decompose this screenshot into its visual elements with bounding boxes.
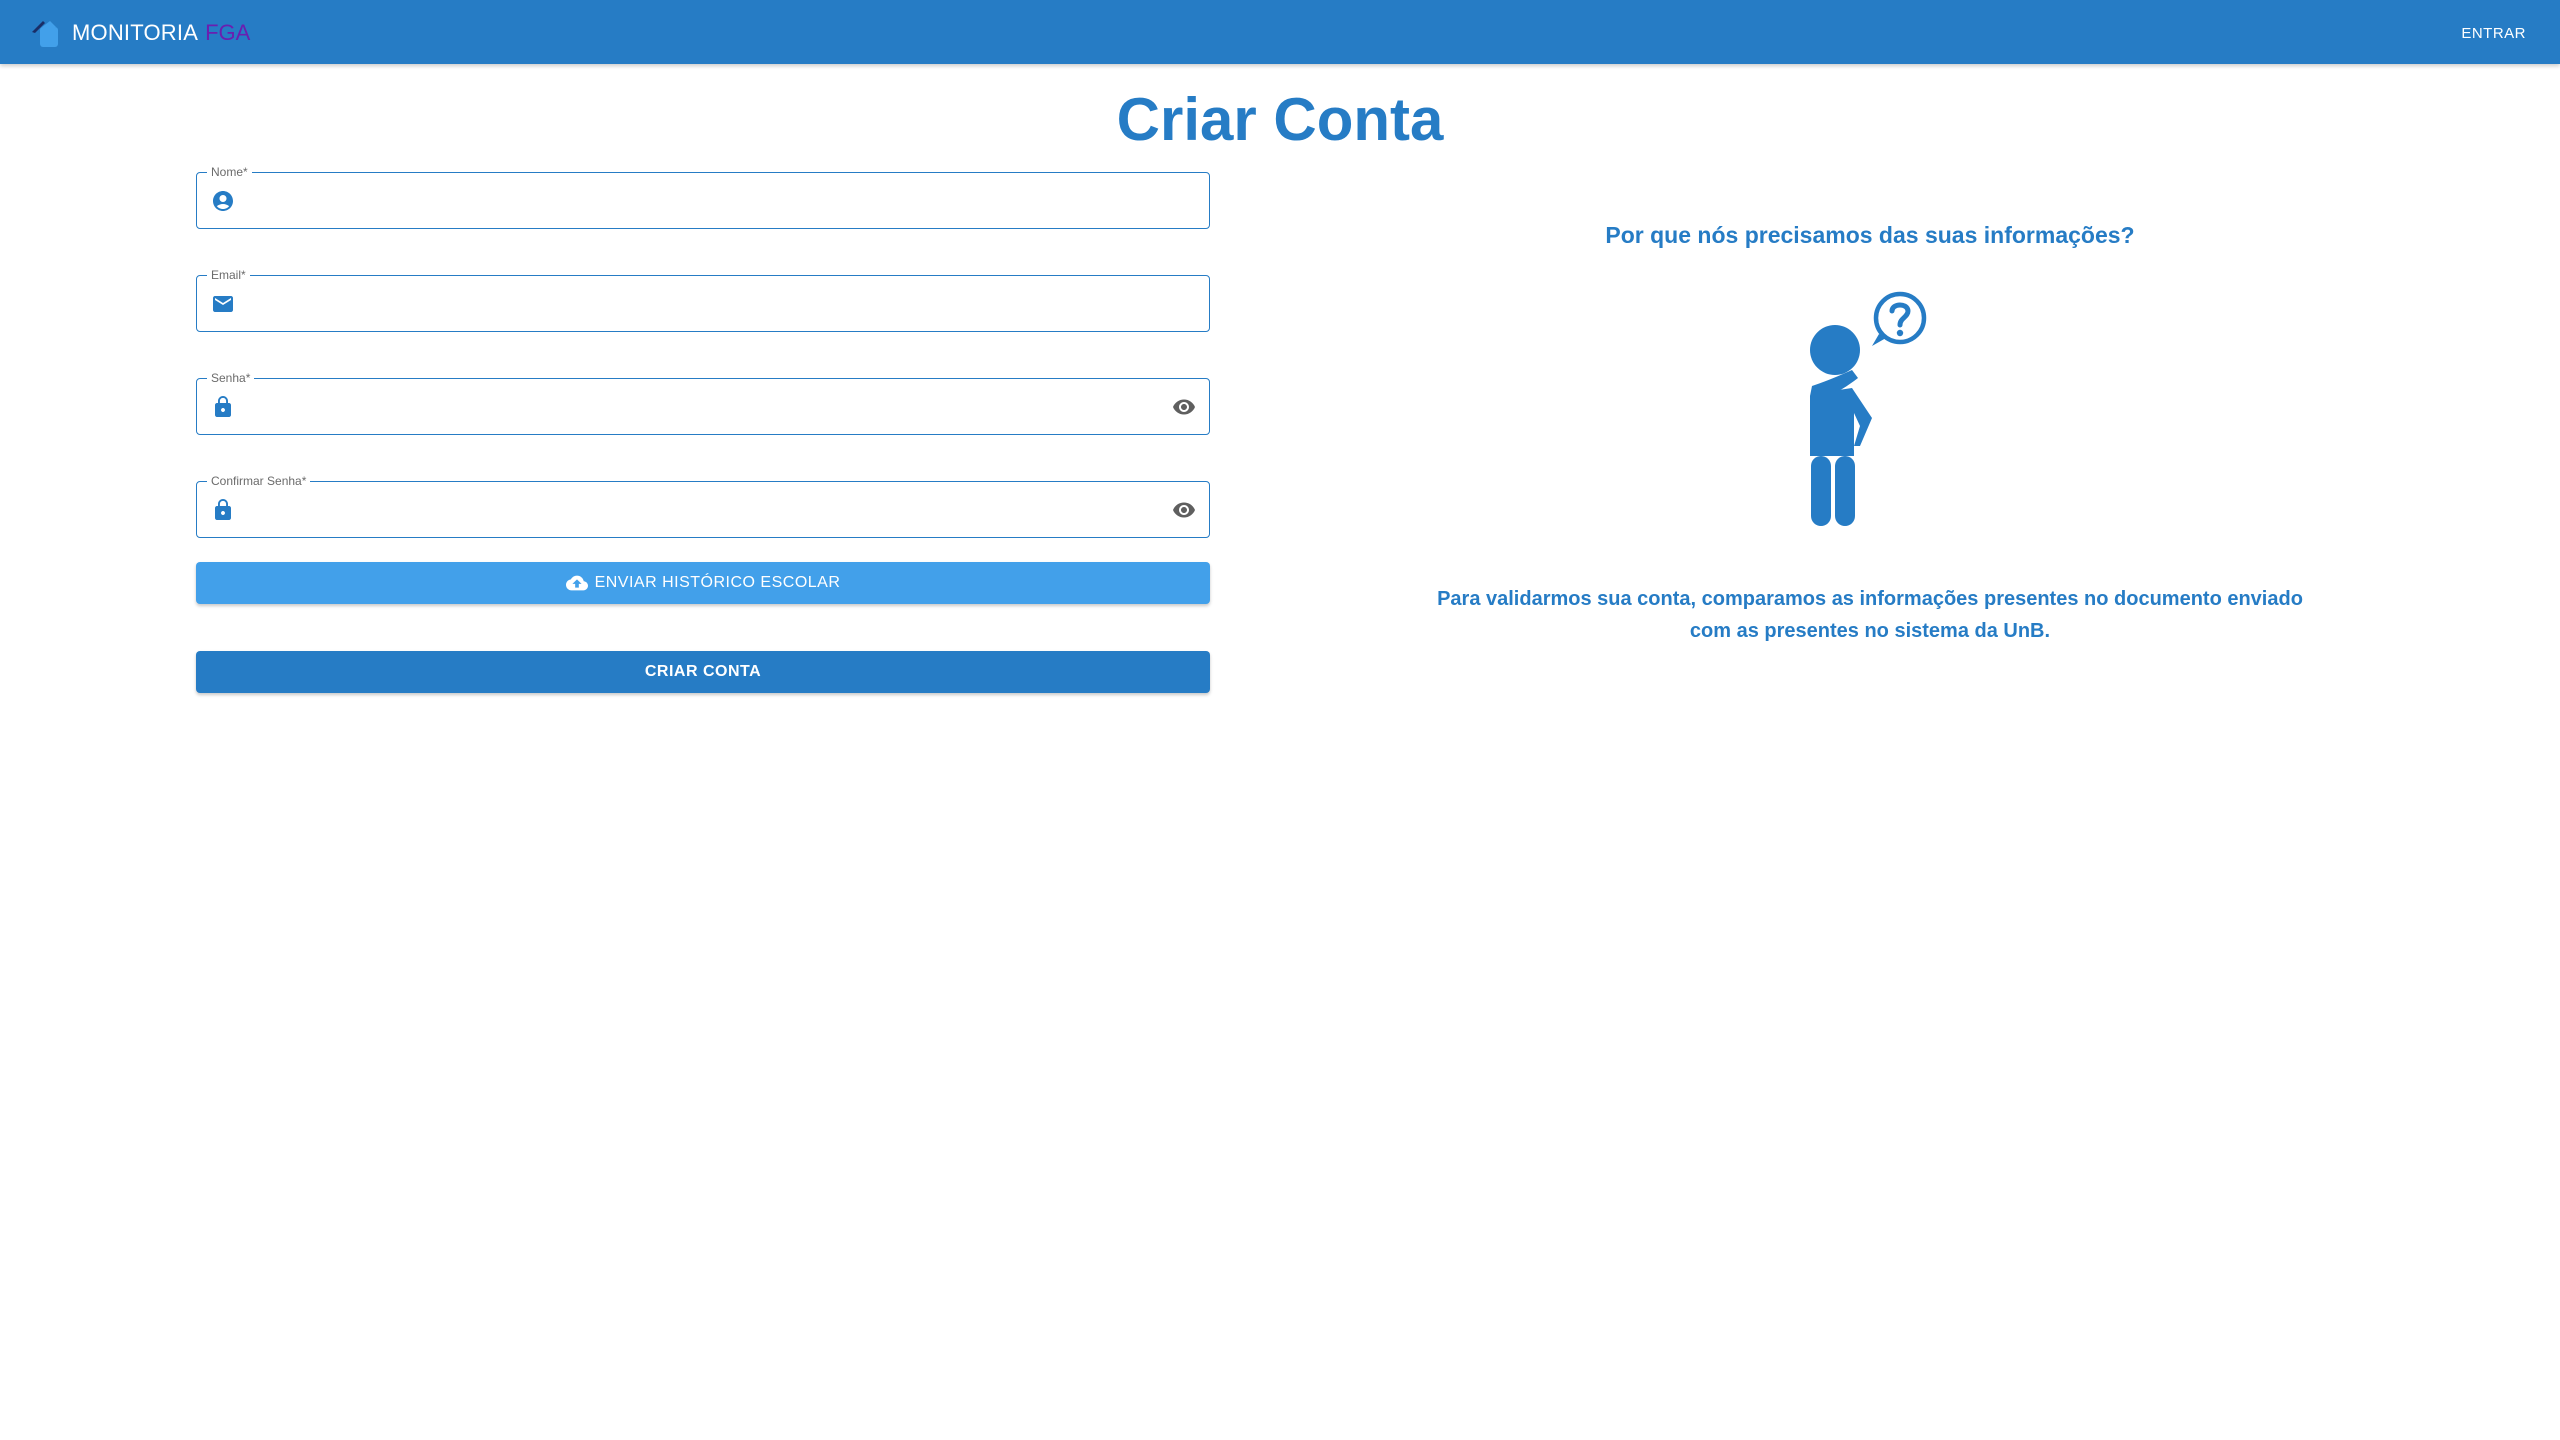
info-heading: Por que nós precisamos das suas informaç…	[1605, 222, 2135, 248]
password-field: Senha*	[196, 371, 1210, 435]
login-button[interactable]: ENTRAR	[2453, 18, 2534, 48]
create-account-form: Nome* Email* Senha* Confirmar Senha* ENV…	[196, 165, 1210, 693]
info-panel: Por que nós precisamos das suas informaç…	[1400, 210, 2340, 647]
create-account-button[interactable]: CRIAR CONTA	[196, 651, 1210, 693]
upload-transcript-label: ENVIAR HISTÓRICO ESCOLAR	[594, 574, 841, 591]
brand-logo-link[interactable]: MONITORIA FGA	[30, 16, 250, 50]
person-question-icon	[1810, 291, 1927, 526]
confirm-password-field-label: Confirmar Senha*	[207, 474, 311, 488]
email-input[interactable]	[247, 284, 1127, 322]
cloud-upload-icon	[565, 575, 588, 591]
mail-icon	[213, 296, 233, 312]
confirm-password-field: Confirmar Senha*	[196, 474, 1210, 538]
email-field-label: Email*	[207, 268, 250, 282]
upload-transcript-button[interactable]: ENVIAR HISTÓRICO ESCOLAR	[196, 562, 1210, 604]
app-bar: MONITORIA FGA ENTRAR	[0, 0, 2560, 64]
brand-accent: FGA	[205, 20, 251, 45]
account-circle-icon	[213, 191, 233, 211]
eye-icon	[1173, 502, 1195, 518]
page-title: Criar Conta	[1116, 86, 1444, 153]
name-field-label: Nome*	[207, 165, 252, 179]
confirm-password-input[interactable]	[247, 490, 1127, 528]
password-field-label: Senha*	[207, 371, 255, 385]
name-input[interactable]	[247, 181, 1127, 219]
toggle-password-visibility-button[interactable]	[1169, 392, 1199, 422]
toggle-confirm-password-visibility-button[interactable]	[1169, 495, 1199, 525]
lock-icon	[215, 396, 231, 417]
brand-name: MONITORIA	[72, 20, 199, 45]
eye-icon	[1173, 399, 1195, 415]
password-input[interactable]	[247, 387, 1127, 425]
email-field: Email*	[196, 268, 1210, 332]
lock-icon	[215, 499, 231, 520]
name-field: Nome*	[196, 165, 1210, 229]
monitoria-logo-icon	[32, 21, 58, 47]
info-description: Para validarmos sua conta, comparamos as…	[1437, 588, 2303, 642]
